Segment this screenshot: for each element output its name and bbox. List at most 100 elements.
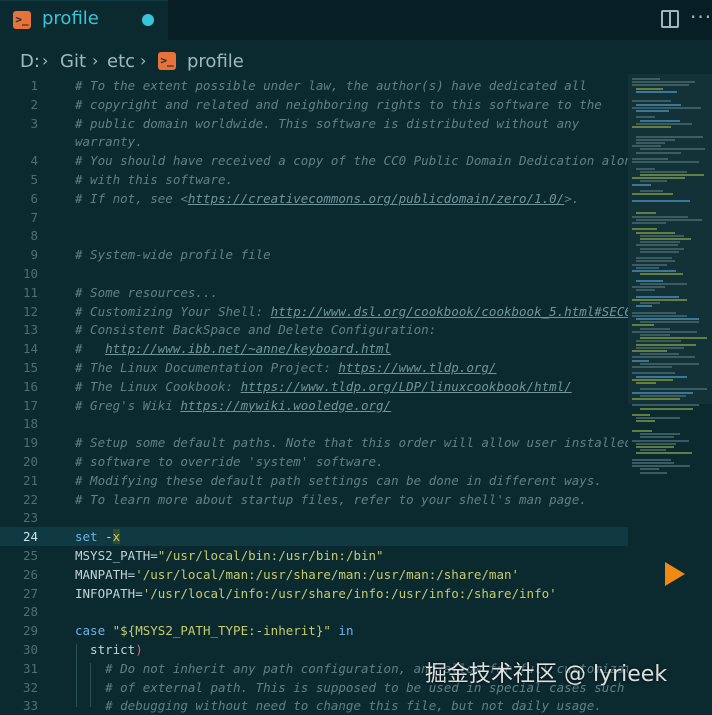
code-line[interactable]: 2 # copyright and related and neighboring… xyxy=(0,95,628,114)
code-line[interactable]: 13 # Consistent BackSpace and Delete Conf… xyxy=(0,320,628,339)
minimap-line xyxy=(636,295,679,298)
minimap-line xyxy=(640,180,667,183)
code-line[interactable]: 6 # If not, see <https://creativecommons.… xyxy=(0,189,628,208)
minimap-line xyxy=(636,305,652,308)
code-editor[interactable]: 1 # To the extent possible under law, the… xyxy=(0,74,654,713)
code-token: warranty. xyxy=(75,134,143,150)
minimap-line xyxy=(640,433,680,436)
code-token: "${MSYS2_PATH_TYPE:-inherit}" xyxy=(112,623,331,639)
code-token: # The Linux Documentation Project: xyxy=(75,360,339,375)
code-line[interactable]: 21 # Modifying these default path setting… xyxy=(0,471,628,490)
code-line[interactable]: 27 INFOPATH='/usr/local/info:/usr/share/i… xyxy=(0,584,628,603)
code-token: # Greg's Wiki xyxy=(75,397,181,413)
code-link[interactable]: https://creativecommons.org/publicdomain… xyxy=(188,191,564,206)
minimap-line xyxy=(640,174,704,176)
code-token: # software to override 'system' software… xyxy=(75,454,384,469)
minimap-line xyxy=(640,241,680,244)
breadcrumb-git[interactable]: Git xyxy=(60,51,86,72)
code-line[interactable]: 1 # To the extent possible under law, the… xyxy=(0,76,628,95)
line-number: 16 xyxy=(22,378,38,394)
code-line[interactable]: 7 xyxy=(0,208,628,227)
code-line[interactable]: 22 # To learn more about startup files, r… xyxy=(0,490,628,509)
minimap-line xyxy=(632,81,695,84)
line-number: 30 xyxy=(22,642,38,657)
code-line[interactable]: 26 MANPATH='/usr/local/man:/usr/share/man… xyxy=(0,565,628,584)
minimap-line xyxy=(632,330,697,333)
code-line[interactable]: 10 xyxy=(0,264,628,283)
code-line[interactable]: 15 # The Linux Documentation Project: htt… xyxy=(0,358,628,377)
breadcrumb-etc[interactable]: etc xyxy=(107,51,135,72)
line-number: 23 xyxy=(22,510,38,526)
code-line[interactable]: 5 # with this software. xyxy=(0,170,628,189)
minimap-line xyxy=(640,302,660,304)
code-line[interactable]: 19 # Setup some default paths. Note that … xyxy=(0,433,632,452)
line-number: 24 xyxy=(22,529,38,545)
minimap-line xyxy=(632,298,687,301)
more-actions-icon[interactable]: ··· xyxy=(690,5,712,29)
code-link[interactable]: https://www.tldp.org/ xyxy=(338,360,496,375)
line-number: 31 xyxy=(22,660,38,676)
line-code: # public domain worldwide. This software… xyxy=(75,114,579,133)
line-number: 9 xyxy=(30,247,38,263)
minimap-line xyxy=(632,106,701,109)
code-token: # xyxy=(75,341,106,357)
code-token: "/usr/local/bin:/usr/bin:/bin" xyxy=(157,548,384,563)
split-editor-icon[interactable] xyxy=(661,10,679,28)
code-line[interactable]: 24 set -x xyxy=(0,527,628,547)
code-line[interactable]: 20 # software to override 'system' softwa… xyxy=(0,452,628,471)
minimap-line xyxy=(632,462,674,464)
unsaved-dot-icon[interactable] xyxy=(142,14,154,26)
minimap-line xyxy=(632,359,649,362)
code-line[interactable]: 4 # You should have received a copy of th… xyxy=(0,151,639,170)
code-line[interactable]: 28 xyxy=(0,602,628,621)
code-line[interactable]: 14 # http://www.ibb.net/~anne/keyboard.ht… xyxy=(0,339,628,358)
minimap-line xyxy=(632,465,690,468)
minimap-line xyxy=(640,282,687,285)
code-link[interactable]: http://www.dsl.org/cookbook/cookbook_5.h… xyxy=(271,304,640,319)
code-line[interactable]: 12 # Customizing Your Shell: http://www.d… xyxy=(0,302,640,321)
code-link[interactable]: https://mywiki.wooledge.org/ xyxy=(180,398,391,413)
minimap-line xyxy=(640,334,670,336)
breadcrumb-drive[interactable]: D: xyxy=(20,51,40,72)
code-line[interactable]: 23 xyxy=(0,508,628,527)
minimap-line xyxy=(640,119,680,122)
code-line[interactable]: warranty. xyxy=(0,132,628,151)
minimap-line xyxy=(636,142,665,144)
minimap-line xyxy=(632,356,695,359)
code-link[interactable]: http://www.ibb.net/~anne/keyboard.html xyxy=(105,341,391,356)
code-line[interactable]: 3 # public domain worldwide. This softwar… xyxy=(0,114,628,133)
code-line[interactable]: 9 # System-wide profile file xyxy=(0,245,628,264)
minimap-line xyxy=(632,404,699,407)
code-line[interactable]: 17 # Greg's Wiki https://mywiki.wooledge.… xyxy=(0,396,628,415)
line-number: 29 xyxy=(22,623,38,639)
minimap-line xyxy=(632,458,671,461)
breadcrumb-profile[interactable]: profile xyxy=(187,51,244,72)
minimap-line xyxy=(640,327,670,330)
minimap-line xyxy=(636,343,696,346)
minimap[interactable] xyxy=(628,74,712,707)
line-number: 33 xyxy=(22,698,38,714)
code-line[interactable]: 16 # The Linux Cookbook: https://www.tldp… xyxy=(0,377,628,396)
code-line[interactable]: 29 case "${MSYS2_PATH_TYPE:-inherit}" in xyxy=(0,621,628,640)
code-token: # You should have received a copy of the… xyxy=(75,153,640,169)
code-line[interactable]: 8 xyxy=(0,226,628,245)
minimap-line xyxy=(636,382,656,384)
minimap-line xyxy=(640,436,674,439)
code-line[interactable]: 11 # Some resources... xyxy=(0,283,628,302)
minimap-line xyxy=(636,420,655,423)
tab-profile[interactable]: >_ profile xyxy=(0,0,168,40)
minimap-line xyxy=(640,170,687,173)
minimap-line xyxy=(636,167,655,170)
code-token: in xyxy=(338,623,354,639)
code-link[interactable]: https://www.tldp.org/LDP/linuxcookbook/h… xyxy=(241,379,572,394)
code-line[interactable]: 18 xyxy=(0,414,628,433)
line-number: 5 xyxy=(30,172,38,187)
minimap-line xyxy=(640,190,663,192)
tab-bar: >_ profile ··· xyxy=(0,0,712,40)
minimap-line xyxy=(636,122,692,125)
minimap-line xyxy=(632,372,675,375)
watermark: 掘金技术社区 @ lyrieek xyxy=(425,662,668,687)
code-line[interactable]: 33 # debugging without need to change th… xyxy=(0,696,628,715)
code-token: - xyxy=(97,529,113,545)
code-line[interactable]: 25 MSYS2_PATH="/usr/local/bin:/usr/bin:/b… xyxy=(0,546,628,565)
